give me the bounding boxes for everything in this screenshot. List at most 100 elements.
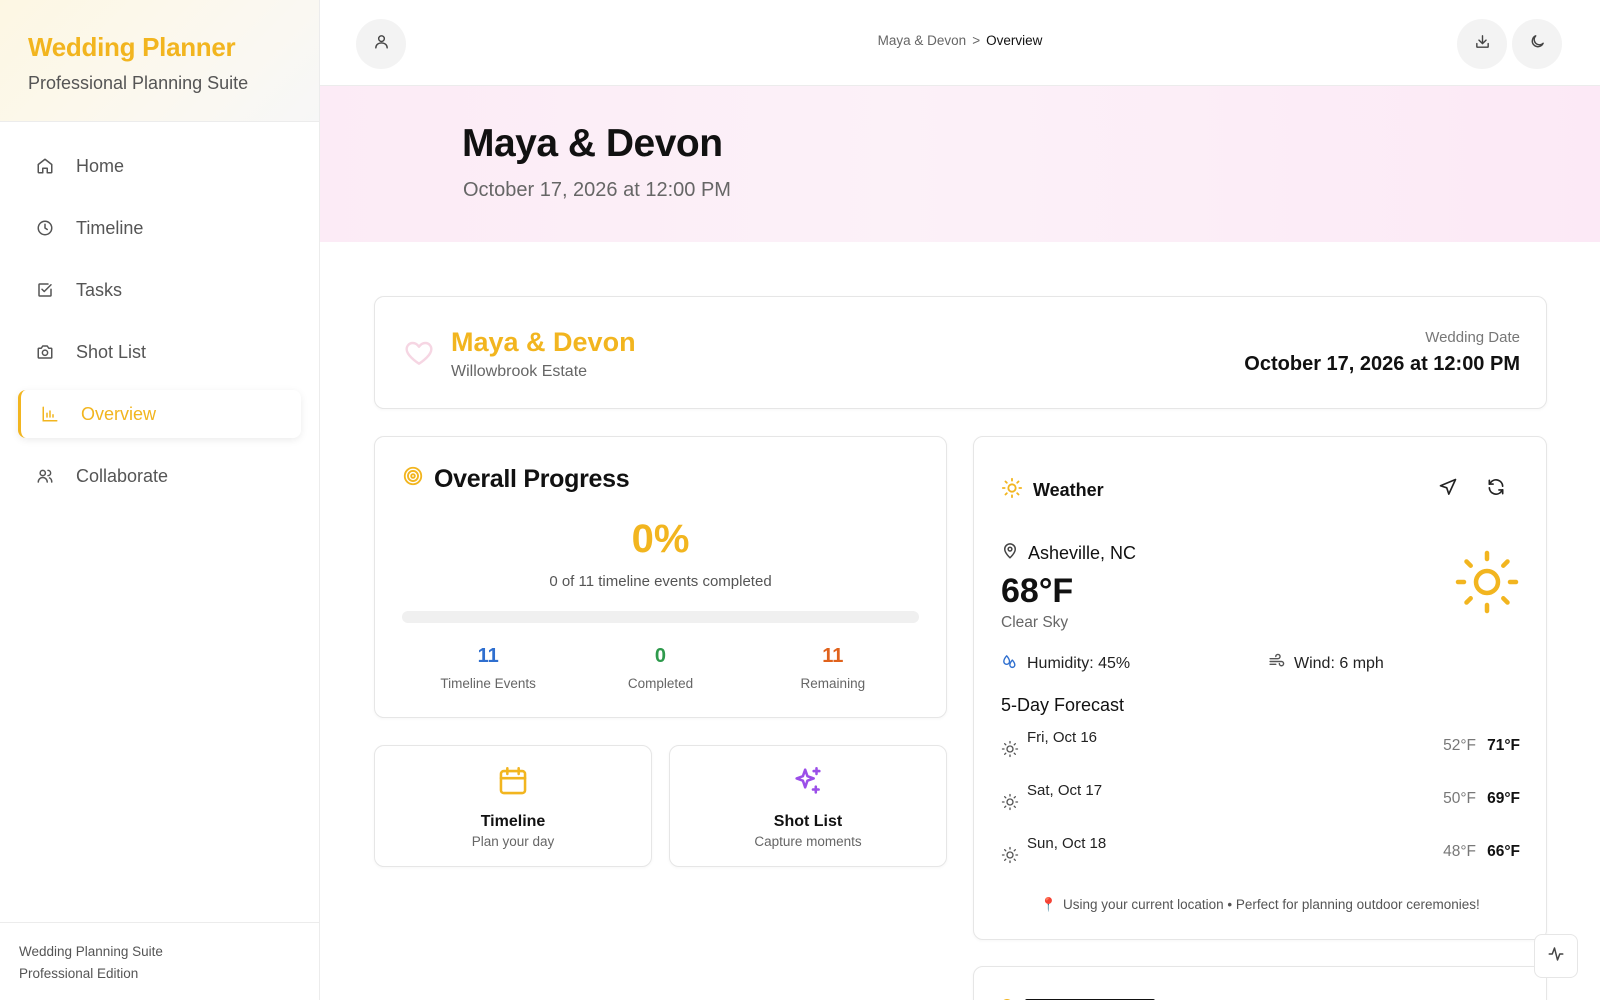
sidebar-item-label: Tasks [76, 279, 123, 300]
camera-icon [36, 343, 54, 361]
footer-line-1: Wedding Planning Suite [19, 944, 163, 959]
weather-note: 📍 Using your current location • Perfect f… [974, 897, 1546, 913]
refresh-weather-button[interactable] [1486, 477, 1508, 499]
forecast-day: Sun, Oct 18 [1027, 835, 1107, 852]
couple-names: Maya & Devon [451, 327, 636, 357]
sidebar-item-label: Home [76, 155, 125, 176]
couple-card: Maya & Devon Willowbrook Estate Wedding … [374, 296, 1547, 409]
activity-icon [1547, 945, 1565, 968]
sidebar-item-collaborate[interactable]: Collaborate [18, 452, 301, 500]
sidebar-item-label: Timeline [76, 217, 144, 238]
progress-title: Overall Progress [434, 465, 630, 493]
breadcrumb-current: Overview [986, 33, 1043, 48]
breadcrumb-parent[interactable]: Maya & Devon [878, 33, 967, 48]
overall-progress-card: Overall Progress 0% 0 of 11 timeline eve… [374, 436, 947, 718]
breadcrumb: Maya & Devon > Overview [320, 33, 1600, 48]
download-icon [1474, 33, 1491, 55]
clock-icon [36, 219, 54, 237]
download-button[interactable] [1457, 19, 1507, 69]
sun-icon [1001, 477, 1033, 504]
progress-stats: 11 Timeline Events 0 Completed 11 Remain… [402, 645, 919, 691]
forecast-title: 5-Day Forecast [1001, 695, 1125, 715]
forecast-row: Fri, Oct 16 52°F 71°F [1001, 727, 1520, 771]
progress-summary: 0 of 11 timeline events completed [549, 573, 772, 590]
sidebar-footer: Wedding Planning Suite Professional Edit… [0, 922, 319, 1000]
quick-link-title: Shot List [773, 813, 843, 830]
timeline-link-card[interactable]: Timeline Plan your day [374, 745, 652, 867]
brand-header: Wedding Planner Professional Planning Su… [0, 0, 319, 122]
forecast-low: 50°F [1443, 790, 1476, 807]
sidebar: Wedding Planner Professional Planning Su… [0, 0, 320, 1000]
wind-icon [1268, 653, 1294, 675]
activity-button[interactable] [1534, 934, 1578, 978]
sidebar-item-timeline[interactable]: Timeline [18, 204, 301, 252]
sidebar-item-shot-list[interactable]: Shot List [18, 328, 301, 376]
forecast-day: Sat, Oct 17 [1027, 782, 1103, 799]
stat-timeline-events: 11 Timeline Events [402, 645, 574, 691]
stat-label: Timeline Events [440, 676, 536, 691]
stat-completed: 0 Completed [574, 645, 746, 691]
refresh-icon [1486, 479, 1506, 501]
weather-location: Asheville, NC [1001, 542, 1136, 565]
forecast-day: Fri, Oct 16 [1027, 729, 1098, 746]
shot-list-link-card[interactable]: Shot List Capture moments [669, 745, 947, 867]
wind-readout: Wind: 6 mph [1268, 653, 1384, 675]
heart-icon [403, 337, 435, 369]
stat-label: Completed [627, 676, 694, 691]
current-condition: Clear Sky [1001, 614, 1069, 631]
sidebar-item-overview[interactable]: Overview [18, 390, 301, 438]
app-subtitle: Professional Planning Suite [28, 73, 249, 93]
forecast-high: 66°F [1487, 843, 1520, 860]
navigation-arrow-icon [1438, 478, 1458, 501]
forecast-low: 48°F [1443, 843, 1476, 860]
weather-header: Weather [1001, 477, 1104, 504]
pin-icon: 📍 [1040, 897, 1058, 912]
top-bar: Maya & Devon > Overview [320, 0, 1600, 86]
stat-value: 11 [477, 645, 499, 667]
forecast-high: 71°F [1487, 737, 1520, 754]
sidebar-item-label: Overview [81, 403, 157, 424]
humidity-text: Humidity: 45% [1027, 655, 1131, 672]
weather-card: Weather Asheville, NC 68°F Clear Sky Hum… [973, 436, 1547, 940]
sidebar-item-tasks[interactable]: Tasks [18, 266, 301, 314]
footer-line-2: Professional Edition [19, 966, 139, 981]
stat-remaining: 11 Remaining [747, 645, 919, 691]
sidebar-nav: Home Timeline Tasks Shot List Overview C… [0, 122, 319, 500]
sidebar-item-label: Shot List [76, 341, 147, 362]
use-location-button[interactable] [1438, 477, 1460, 499]
stat-label: Remaining [800, 676, 866, 691]
weather-note-text: Using your current location • Perfect fo… [1063, 897, 1480, 912]
checkbox-icon [36, 281, 54, 299]
wedding-date-value: October 17, 2026 at 12:00 PM [1244, 353, 1520, 375]
progress-percent: 0% [631, 517, 690, 561]
wind-text: Wind: 6 mph [1294, 655, 1384, 672]
progress-bar [402, 611, 919, 623]
bar-chart-icon [41, 405, 59, 423]
partial-card [973, 966, 1547, 1000]
users-icon [36, 467, 54, 485]
forecast-high: 69°F [1487, 790, 1520, 807]
forecast-row: Sat, Oct 17 50°F 69°F [1001, 780, 1520, 824]
location-name: Asheville, NC [1028, 543, 1137, 563]
hero-banner: Maya & Devon October 17, 2026 at 12:00 P… [320, 86, 1600, 242]
stat-value: 0 [654, 645, 667, 667]
quick-link-subtitle: Capture moments [754, 834, 862, 849]
progress-header: Overall Progress [402, 465, 630, 494]
sidebar-item-label: Collaborate [76, 465, 169, 486]
sidebar-item-home[interactable]: Home [18, 142, 301, 190]
large-sun-icon [1454, 549, 1520, 615]
forecast-low: 52°F [1443, 737, 1476, 754]
hero-date: October 17, 2026 at 12:00 PM [463, 179, 731, 201]
app-title: Wedding Planner [28, 32, 236, 62]
stat-value: 11 [822, 645, 844, 667]
page-title: Maya & Devon [462, 122, 723, 165]
moon-icon [1529, 33, 1546, 55]
target-icon [402, 465, 434, 494]
current-temperature: 68°F [1001, 572, 1074, 610]
partial-card-header [1003, 999, 1155, 1000]
chevron-right-icon: > [972, 33, 981, 48]
theme-toggle-button[interactable] [1512, 19, 1562, 69]
droplets-icon [1001, 653, 1027, 675]
humidity-readout: Humidity: 45% [1001, 653, 1130, 675]
home-icon [36, 157, 54, 175]
